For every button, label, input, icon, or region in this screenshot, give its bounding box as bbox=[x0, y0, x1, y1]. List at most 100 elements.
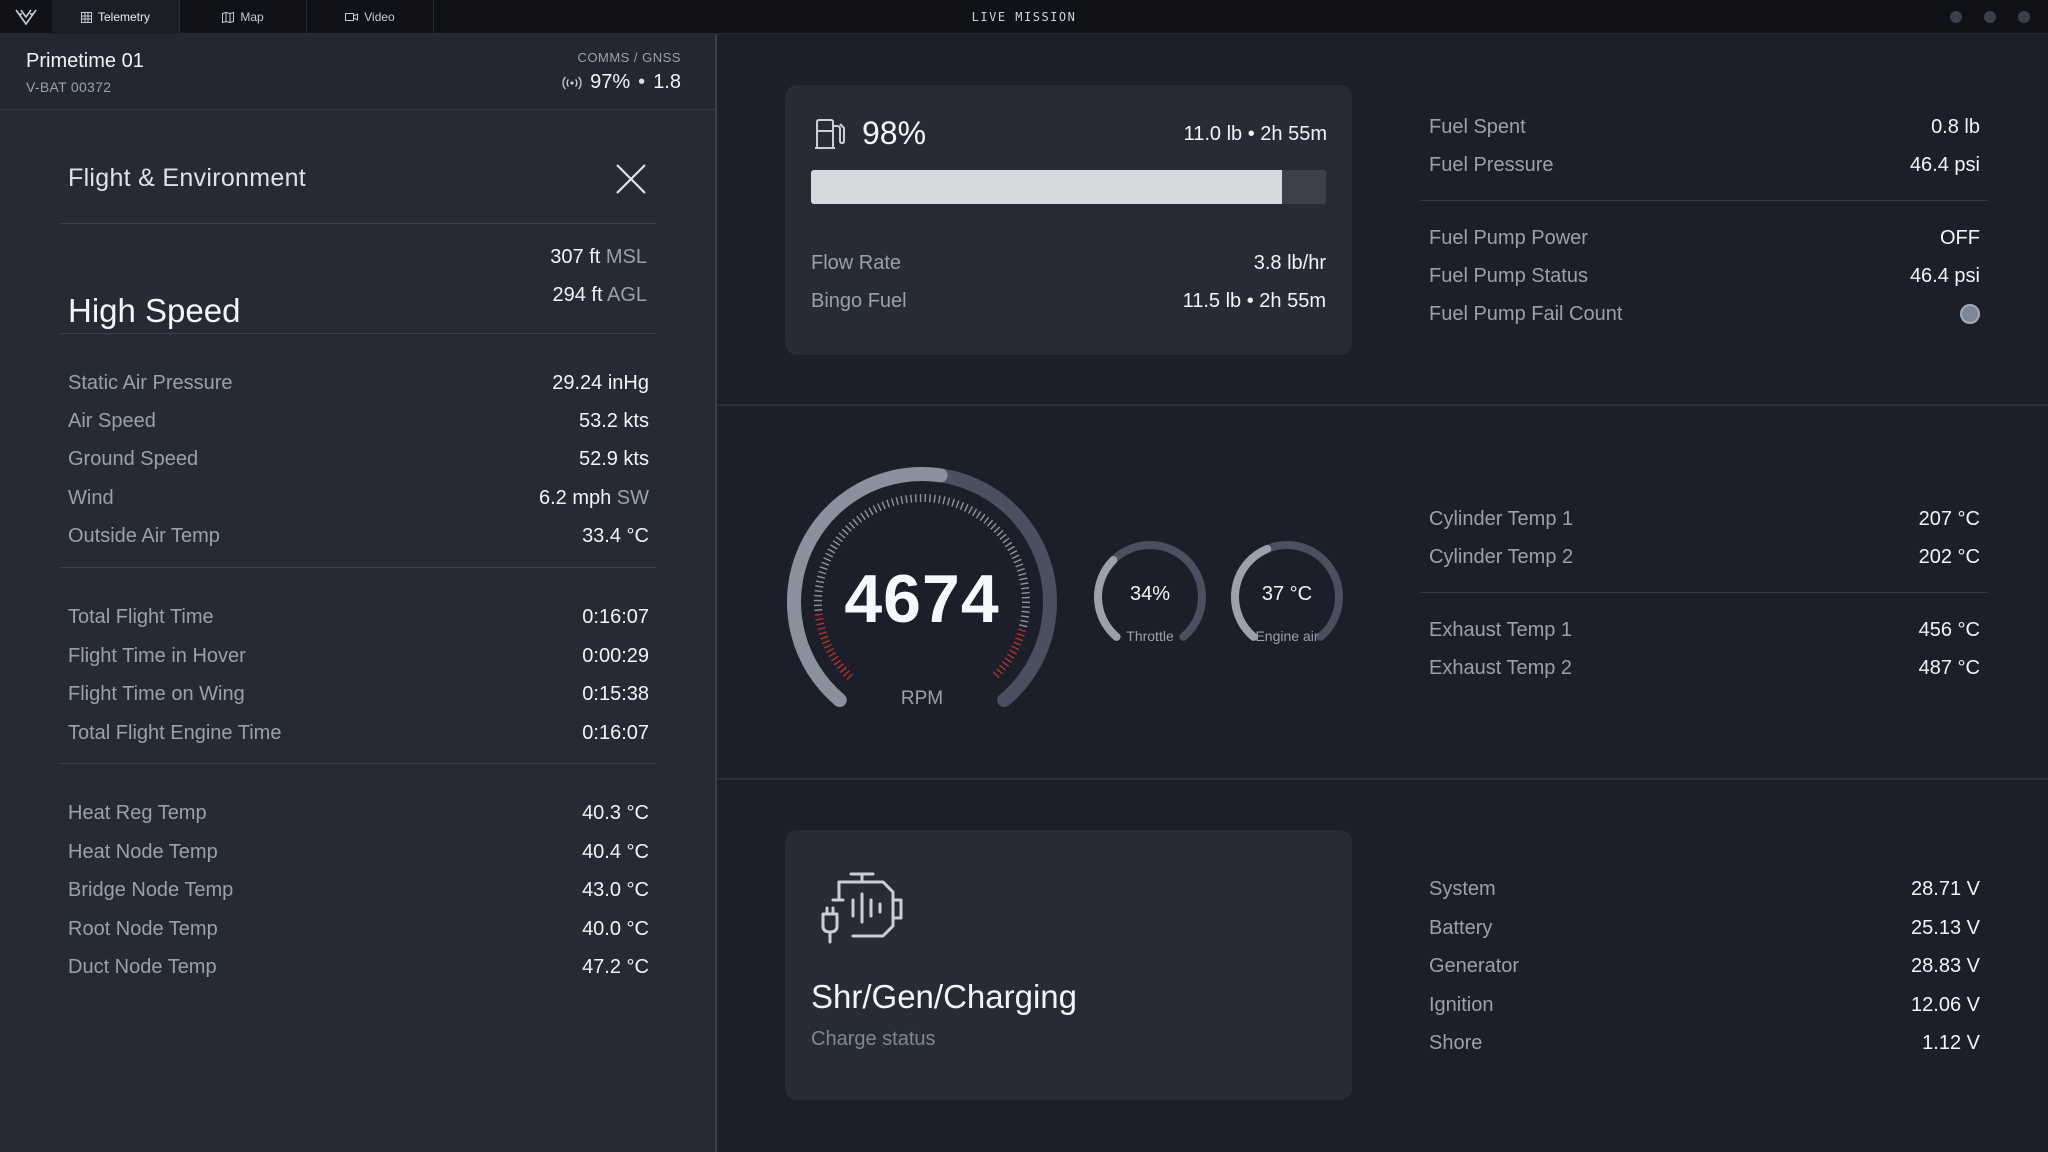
gauge-tick bbox=[848, 521, 856, 529]
altitude-msl: 307 ft MSL bbox=[550, 246, 647, 269]
time-row-wing: Flight Time on Wing 0:15:38 bbox=[68, 679, 649, 709]
row-value: 40.0 °C bbox=[582, 917, 649, 940]
row-label: System bbox=[1429, 877, 1496, 900]
gauge-tick bbox=[825, 552, 834, 558]
row-value: 487 °C bbox=[1918, 656, 1980, 679]
gauge-tick bbox=[886, 499, 891, 508]
fuel-percent: 98% bbox=[862, 115, 927, 151]
voltage-row-battery: Battery 25.13 V bbox=[1429, 913, 1980, 943]
altitude-agl: 294 ft AGL bbox=[552, 284, 647, 307]
tab-map[interactable]: Map bbox=[180, 0, 307, 34]
row-value: 12.06 V bbox=[1911, 993, 1980, 1016]
row-value: 28.71 V bbox=[1911, 877, 1980, 900]
gauge-tick bbox=[860, 512, 866, 521]
exhaust-temp-1-row: Exhaust Temp 1 456 °C bbox=[1429, 615, 1980, 645]
row-value: 202 °C bbox=[1918, 545, 1980, 568]
row-label: Fuel Pressure bbox=[1429, 153, 1554, 176]
gauge-redline-tick bbox=[1009, 649, 1017, 655]
grid-icon bbox=[80, 11, 92, 23]
gauge-tick bbox=[877, 503, 882, 512]
row-value: 207 °C bbox=[1918, 507, 1980, 530]
gauge-tick bbox=[968, 506, 973, 514]
gauge-tick bbox=[951, 498, 955, 507]
tab-telemetry[interactable]: Telemetry bbox=[52, 0, 180, 34]
voltage-row-system: System 28.71 V bbox=[1429, 874, 1980, 904]
cylinder-temp-2-row: Cylinder Temp 2 202 °C bbox=[1429, 542, 1980, 572]
gauge-tick bbox=[955, 500, 960, 509]
row-label: Heat Node Temp bbox=[68, 840, 218, 863]
engine-air-label: Engine air bbox=[1255, 628, 1319, 644]
gauge-redline-tick bbox=[1015, 637, 1024, 642]
separator-dot: • bbox=[638, 71, 646, 93]
voltage-row-generator: Generator 28.83 V bbox=[1429, 951, 1980, 981]
gauge-redline-tick bbox=[1006, 653, 1015, 659]
row-label: Exhaust Temp 2 bbox=[1429, 656, 1573, 679]
env-row-static-air-pressure: Static Air Pressure 29.24 inHg bbox=[68, 368, 649, 398]
time-row-hover: Flight Time in Hover 0:00:29 bbox=[68, 641, 649, 671]
comms-label: COMMS / GNSS bbox=[577, 50, 681, 65]
gauge-redline-tick bbox=[839, 666, 847, 674]
divider bbox=[1420, 592, 1988, 593]
gauge-redline-tick bbox=[826, 648, 834, 653]
tab-video-label: Video bbox=[364, 10, 395, 24]
row-value: 53.2 kts bbox=[578, 409, 649, 432]
row-value: 456 °C bbox=[1918, 618, 1980, 641]
row-value: 52.9 kts bbox=[578, 447, 649, 470]
gauge-redline-tick bbox=[843, 670, 850, 677]
gauge-tick bbox=[832, 540, 841, 546]
gauge-tick bbox=[996, 530, 1004, 537]
row-value: 0:16:07 bbox=[582, 605, 649, 628]
gauge-redline-tick bbox=[1011, 645, 1020, 651]
row-value: 40.3 °C bbox=[582, 801, 649, 824]
exhaust-temp-2-row: Exhaust Temp 2 487 °C bbox=[1429, 653, 1980, 683]
section-divider bbox=[717, 778, 2048, 780]
top-bar: Telemetry Map Video LIVE MISSION bbox=[0, 0, 2048, 34]
row-label: Total Flight Time bbox=[68, 605, 214, 628]
power-subtitle: Charge status bbox=[811, 1028, 936, 1050]
row-value: 0:00:29 bbox=[582, 644, 649, 667]
gauge-tick bbox=[1004, 541, 1013, 548]
gauge-redline-tick bbox=[1001, 661, 1010, 667]
comms-value: 97% bbox=[590, 71, 631, 93]
flight-mode: High Speed bbox=[68, 292, 241, 329]
temp-row-heat-node: Heat Node Temp 40.4 °C bbox=[68, 837, 649, 867]
engine-icon bbox=[821, 872, 903, 944]
row-label: Shore bbox=[1429, 1031, 1483, 1054]
gauge-tick bbox=[933, 494, 936, 503]
video-icon bbox=[345, 13, 359, 21]
gauge-redline-tick bbox=[999, 664, 1007, 671]
fuel-level-bar bbox=[811, 170, 1326, 204]
tab-video[interactable]: Video bbox=[307, 0, 434, 34]
row-label: Generator bbox=[1429, 954, 1520, 977]
temp-row-duct-node: Duct Node Temp 47.2 °C bbox=[68, 952, 649, 982]
gauge-redline-tick bbox=[828, 651, 837, 658]
row-label: Air Speed bbox=[68, 409, 156, 432]
close-icon[interactable] bbox=[614, 162, 648, 196]
gauge-tick bbox=[928, 494, 931, 503]
gauge-tick bbox=[845, 525, 852, 532]
gauge-tick bbox=[841, 528, 849, 536]
window-control-maximize[interactable] bbox=[1984, 11, 1996, 23]
row-value: 0.8 lb bbox=[1931, 115, 1980, 138]
time-row-engine: Total Flight Engine Time 0:16:07 bbox=[68, 718, 649, 748]
gnss-value: 1.8 bbox=[653, 71, 681, 93]
gauge-tick bbox=[838, 532, 846, 539]
divider bbox=[60, 567, 657, 568]
map-icon bbox=[222, 11, 235, 23]
fuel-row-pump-fail-count: Fuel Pump Fail Count bbox=[1429, 299, 1980, 329]
gauge-tick bbox=[856, 515, 863, 523]
gauge-tick bbox=[1007, 545, 1015, 552]
altitude-msl-unit: MSL bbox=[605, 246, 647, 268]
gauge-tick bbox=[963, 503, 969, 512]
window-control-close[interactable] bbox=[2018, 11, 2030, 23]
row-value: 33.4 °C bbox=[582, 524, 649, 547]
row-label: Exhaust Temp 1 bbox=[1429, 618, 1573, 641]
gauge-redline-tick bbox=[831, 655, 839, 662]
engine-air-value: 37 °C bbox=[1261, 583, 1313, 605]
flight-environment-panel: Primetime 01 V-BAT 00372 COMMS / GNSS 97… bbox=[0, 34, 717, 1152]
gauge-redline-tick bbox=[823, 643, 832, 649]
temp-row-root-node: Root Node Temp 40.0 °C bbox=[68, 914, 649, 944]
divider bbox=[60, 223, 657, 224]
row-value: 43.0 °C bbox=[582, 878, 649, 901]
window-control-minimize[interactable] bbox=[1950, 11, 1962, 23]
